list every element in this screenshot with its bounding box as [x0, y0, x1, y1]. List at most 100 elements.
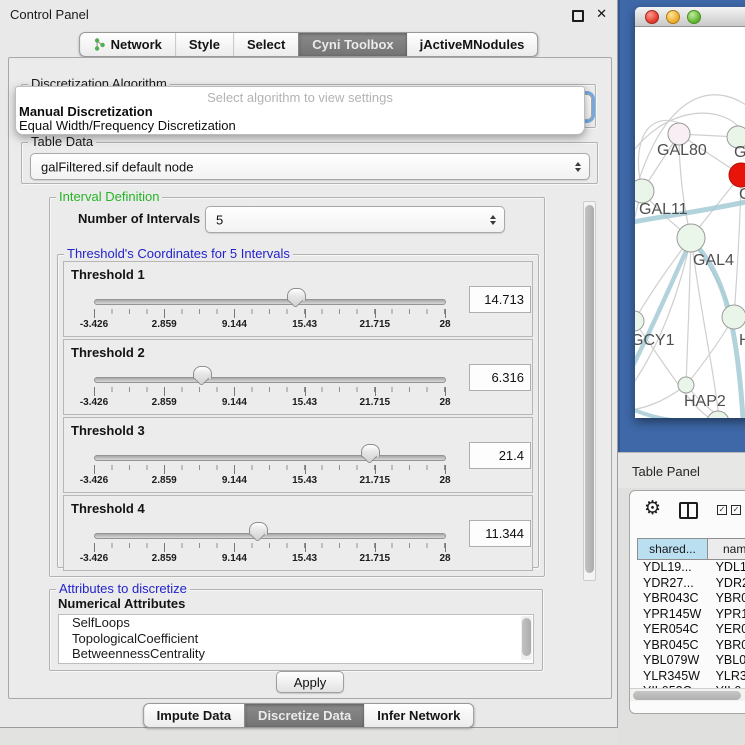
popup-option-equal-width-frequency[interactable]: Equal Width/Frequency Discretization	[19, 118, 236, 133]
tab-select[interactable]: Select	[233, 33, 298, 56]
control-panel-tabs: Network Style Select Cyni Toolbox jActiv…	[79, 32, 539, 57]
node-gal4[interactable]	[677, 224, 705, 252]
network-icon	[93, 38, 106, 51]
cell[interactable]: YDL1	[710, 560, 745, 576]
group-title: Threshold's Coordinates for 5 Intervals	[64, 246, 293, 261]
network-window-titlebar[interactable]	[635, 7, 745, 27]
popup-option-manual-discretization[interactable]: Manual Discretization	[19, 104, 153, 119]
slider-scale-labels: -3.4262.8599.14415.4321.71528	[94, 319, 445, 331]
table-panel-title: Table Panel	[632, 464, 700, 479]
table-row[interactable]: YBR045CYBR0	[637, 638, 745, 654]
tab-label: Select	[247, 37, 285, 52]
list-item[interactable]: SelfLoops	[59, 615, 533, 631]
slider-thumb[interactable]	[361, 444, 380, 457]
table-row[interactable]: YBR043CYBR0	[637, 591, 745, 607]
numerical-attributes-list[interactable]: SelfLoops TopologicalCoefficient Between…	[58, 614, 534, 664]
combo-arrows-icon	[490, 215, 496, 225]
cell[interactable]: YBL079W	[637, 653, 710, 669]
control-panel-window: Control Panel ✕ Network Style Select Cyn…	[0, 0, 618, 728]
slider-thumb[interactable]	[287, 288, 306, 301]
scrollbar-thumb[interactable]	[633, 691, 741, 700]
slider-thumb[interactable]	[193, 366, 212, 379]
threshold-value-field[interactable]: 6.316	[469, 364, 531, 391]
node-bottom[interactable]	[707, 411, 729, 418]
settings-scrollbar[interactable]	[583, 201, 596, 581]
cell[interactable]: YBR0	[710, 591, 745, 607]
tab-style[interactable]: Style	[175, 33, 233, 56]
table-row[interactable]: YER054CYER0	[637, 622, 745, 638]
slider-track[interactable]	[94, 377, 446, 383]
label-gcy1: GCY1	[635, 332, 675, 349]
tab-network[interactable]: Network	[80, 33, 175, 56]
list-item[interactable]: TopologicalCoefficient	[59, 631, 533, 647]
number-of-intervals-combobox[interactable]: 5	[205, 206, 505, 233]
checkbox-select-all-icon[interactable]: ✓	[731, 505, 741, 515]
network-canvas[interactable]: GAL80 GA C GAL11 GAL4 GCY1 H HAP2	[635, 27, 745, 418]
cell[interactable]: YBR043C	[637, 591, 710, 607]
threshold-value-field[interactable]: 11.344	[469, 520, 531, 547]
node-red-selected[interactable]	[729, 163, 745, 187]
node-h[interactable]	[722, 305, 745, 329]
combo-value: 5	[216, 212, 223, 227]
node-gcy1[interactable]	[635, 311, 644, 331]
tab-label: Cyni Toolbox	[312, 37, 393, 52]
table-data-combobox[interactable]: galFiltered.sif default node	[30, 153, 590, 180]
scrollbar-thumb[interactable]	[522, 618, 531, 656]
list-item[interactable]: BetweennessCentrality	[59, 646, 533, 662]
slider-track[interactable]	[94, 299, 446, 305]
node-hap2[interactable]	[678, 377, 694, 393]
float-window-icon[interactable]	[572, 10, 584, 22]
threshold-label: Threshold 2	[71, 345, 145, 360]
threshold-value-field[interactable]: 14.713	[469, 286, 531, 313]
threshold-1-panel: Threshold 1 -3.4262.8599.14415.4321.7152…	[63, 261, 533, 337]
scrollbar-thumb[interactable]	[585, 205, 594, 573]
gear-icon[interactable]: ⚙	[644, 497, 661, 520]
cell[interactable]: YDR27...	[637, 576, 710, 592]
slider-ticks	[94, 465, 445, 474]
close-traffic-light[interactable]	[645, 10, 659, 24]
close-icon[interactable]: ✕	[596, 6, 607, 22]
threshold-coordinates-group: Threshold's Coordinates for 5 Intervals …	[57, 254, 539, 568]
slider-track[interactable]	[94, 455, 446, 461]
threshold-value-field[interactable]: 21.4	[469, 442, 531, 469]
threshold-rows: Threshold 1 -3.4262.8599.14415.4321.7152…	[63, 261, 533, 573]
tab-jactivemnodules[interactable]: jActiveMNodules	[407, 33, 538, 56]
slider-thumb[interactable]	[249, 522, 268, 535]
cell[interactable]: YLR345W	[637, 669, 710, 685]
slider-ticks	[94, 309, 445, 318]
attributes-scrollbar[interactable]	[521, 616, 532, 660]
cell[interactable]: YER0	[710, 622, 745, 638]
combo-arrows-icon	[575, 162, 581, 172]
node-table-card: ⚙ ✓ ✓ shared... name YDL19...YDL1 YDR27.…	[629, 490, 745, 714]
column-header-name[interactable]: name	[708, 538, 745, 560]
tab-discretize-data[interactable]: Discretize Data	[244, 704, 364, 727]
tab-cyni-toolbox[interactable]: Cyni Toolbox	[298, 33, 406, 56]
control-panel-titlebar: Control Panel ✕	[0, 0, 617, 28]
tab-infer-network[interactable]: Infer Network	[364, 704, 473, 727]
split-columns-icon[interactable]	[679, 502, 698, 519]
cell[interactable]: YPR1	[710, 607, 745, 623]
cell[interactable]: YDR2	[710, 576, 745, 592]
minimize-traffic-light[interactable]	[666, 10, 680, 24]
cell[interactable]: YBL0	[710, 653, 745, 669]
checkbox-select-icon[interactable]: ✓	[717, 505, 727, 515]
column-header-shared-name[interactable]: shared...	[637, 538, 708, 560]
cell[interactable]: YDL19...	[637, 560, 710, 576]
node-gal11[interactable]	[635, 179, 654, 203]
apply-button[interactable]: Apply	[276, 671, 344, 693]
table-row[interactable]: YDR27...YDR2	[637, 576, 745, 592]
cell[interactable]: YBR0	[710, 638, 745, 654]
network-desktop: GAL80 GA C GAL11 GAL4 GCY1 H HAP2	[618, 0, 745, 452]
cell[interactable]: YLR3	[710, 669, 745, 685]
table-row[interactable]: YDL19...YDL1	[637, 560, 745, 576]
zoom-traffic-light[interactable]	[687, 10, 701, 24]
table-row[interactable]: YBL079WYBL0	[637, 653, 745, 669]
cell[interactable]: YPR145W	[637, 607, 710, 623]
cell[interactable]: YBR045C	[637, 638, 710, 654]
slider-track[interactable]	[94, 533, 446, 539]
tab-impute-data[interactable]: Impute Data	[144, 704, 244, 727]
table-row[interactable]: YPR145WYPR1	[637, 607, 745, 623]
table-row[interactable]: YLR345WYLR3	[637, 669, 745, 685]
cell[interactable]: YER054C	[637, 622, 710, 638]
table-horizontal-scrollbar[interactable]	[630, 688, 745, 701]
